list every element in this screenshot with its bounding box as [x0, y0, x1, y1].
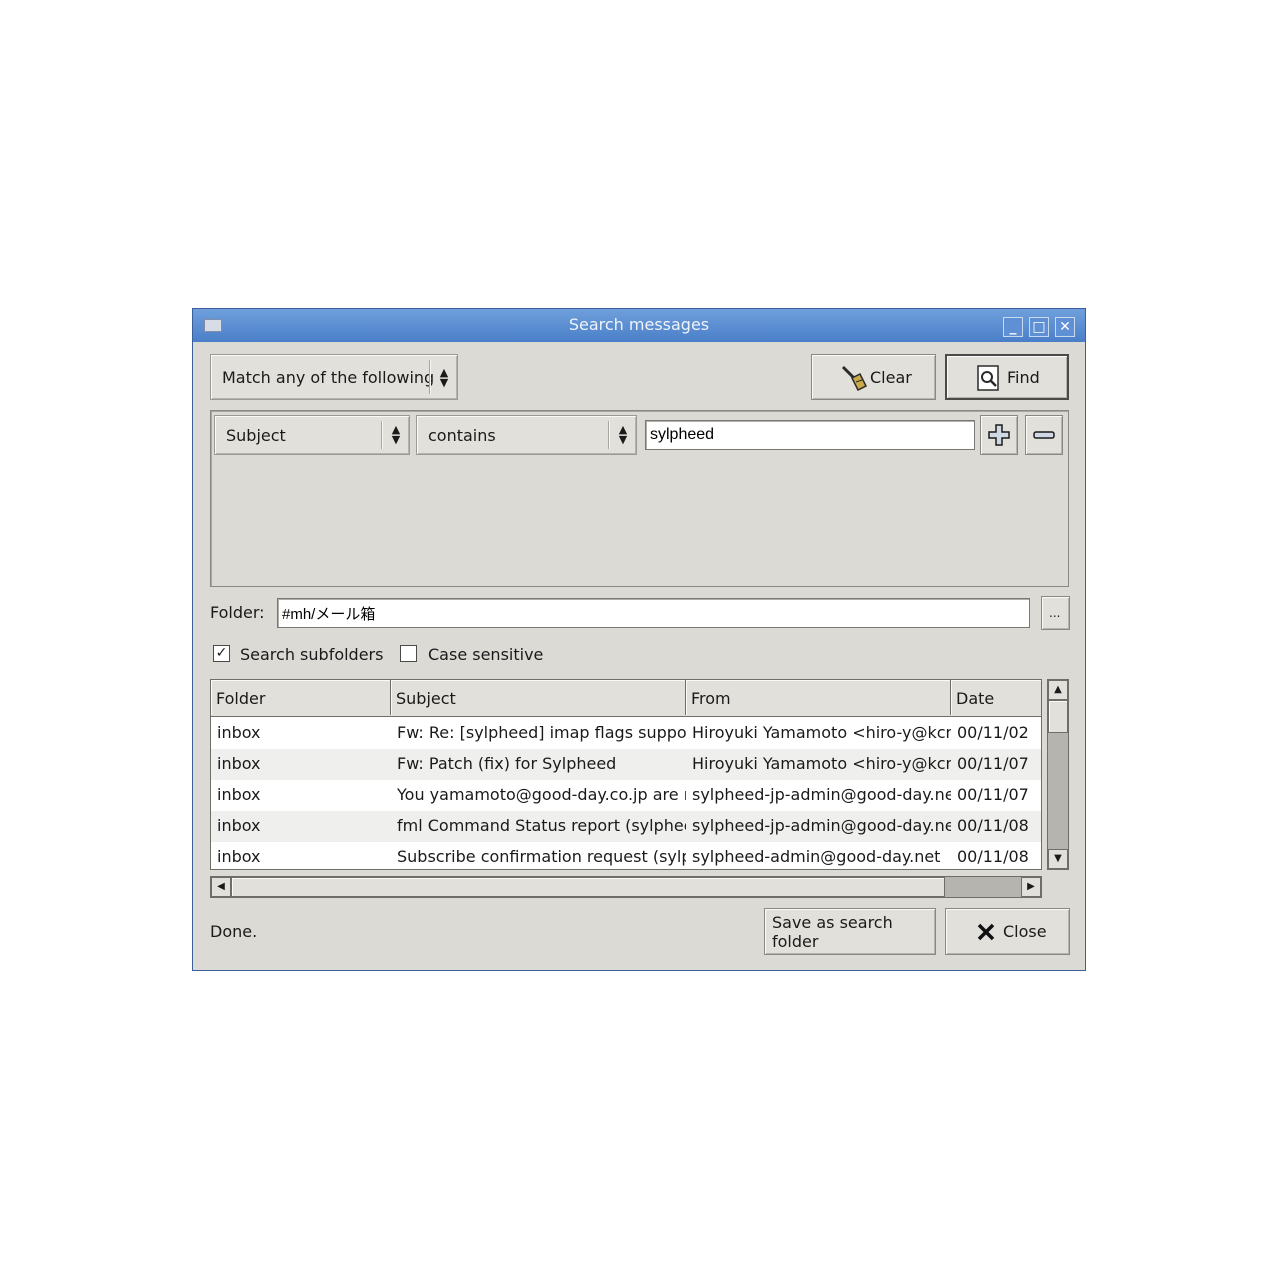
- broom-icon: [841, 365, 868, 392]
- cell-from: Hiroyuki Yamamoto <hiro-y@kcn.: [692, 754, 951, 773]
- cell-from: Hiroyuki Yamamoto <hiro-y@kcn.: [692, 723, 951, 742]
- cell-date: 00/11/08: [957, 847, 1029, 866]
- minimize-icon[interactable]: _: [1003, 317, 1023, 337]
- column-header-date[interactable]: Date: [951, 680, 1041, 715]
- folder-input[interactable]: [277, 598, 1030, 628]
- minus-icon: [1033, 431, 1055, 439]
- condition-value-input[interactable]: [645, 420, 975, 450]
- find-button[interactable]: Find: [945, 354, 1069, 400]
- match-mode-label: Match any of the following: [222, 368, 435, 387]
- cell-folder: inbox: [217, 754, 261, 773]
- cell-subject: You yamamoto@good-day.co.jp are n: [397, 785, 686, 804]
- cell-from: sylpheed-jp-admin@good-day.net: [692, 785, 951, 804]
- cell-folder: inbox: [217, 816, 261, 835]
- find-icon: [977, 365, 999, 391]
- search-subfolders-checkbox[interactable]: ✓: [213, 645, 230, 662]
- condition-field-combo[interactable]: Subject ▲ ▼: [214, 415, 410, 455]
- cell-date: 00/11/07: [957, 785, 1029, 804]
- status-text: Done.: [210, 922, 258, 941]
- scroll-down-icon[interactable]: ▼: [1048, 849, 1068, 869]
- search-messages-window: Search messages _ □ ✕ Match any of the f…: [192, 308, 1086, 971]
- cell-subject: Fw: Re: [sylpheed] imap flags support: [397, 723, 686, 742]
- vertical-scrollbar[interactable]: ▲ ▼: [1047, 679, 1069, 870]
- cell-subject: Subscribe confirmation request (sylph: [397, 847, 686, 866]
- horizontal-scroll-thumb[interactable]: [231, 877, 945, 897]
- cell-date: 00/11/07: [957, 754, 1029, 773]
- clear-label: Clear: [870, 367, 912, 387]
- column-header-folder[interactable]: Folder: [211, 680, 391, 715]
- combo-arrows-icon: ▲ ▼: [391, 423, 401, 446]
- table-row[interactable]: inbox Fw: Re: [sylpheed] imap flags supp…: [211, 718, 1041, 749]
- save-as-search-folder-button[interactable]: Save as search folder: [764, 908, 936, 955]
- combo-arrows-icon: ▲ ▼: [618, 423, 628, 446]
- save-as-search-folder-label: Save as search folder: [772, 912, 893, 951]
- search-subfolders-label: Search subfolders: [240, 645, 384, 664]
- scroll-up-icon[interactable]: ▲: [1048, 680, 1068, 700]
- combo-arrows-icon: ▲ ▼: [439, 366, 449, 389]
- plus-icon: [988, 424, 1010, 446]
- find-label: Find: [1007, 367, 1040, 387]
- conditions-frame: Subject ▲ ▼ contains ▲ ▼: [210, 410, 1069, 587]
- table-row[interactable]: inbox fml Command Status report (sylphee…: [211, 811, 1041, 842]
- cell-date: 00/11/02: [957, 723, 1029, 742]
- cell-folder: inbox: [217, 723, 261, 742]
- cell-folder: inbox: [217, 847, 261, 866]
- cell-folder: inbox: [217, 785, 261, 804]
- scroll-right-icon[interactable]: ▶: [1021, 877, 1041, 897]
- match-mode-combo[interactable]: Match any of the following ▲ ▼: [210, 354, 458, 400]
- column-header-subject[interactable]: Subject: [391, 680, 686, 715]
- cell-from: sylpheed-admin@good-day.net: [692, 847, 941, 866]
- clear-button[interactable]: Clear: [811, 354, 936, 400]
- case-sensitive-checkbox[interactable]: [400, 645, 417, 662]
- column-header-from[interactable]: From: [686, 680, 951, 715]
- condition-operator-label: contains: [428, 426, 496, 445]
- close-label: Close: [1003, 922, 1047, 941]
- folder-browse-button[interactable]: ...: [1041, 596, 1070, 630]
- table-row[interactable]: inbox Fw: Patch (fix) for Sylpheed Hiroy…: [211, 749, 1041, 780]
- add-condition-button[interactable]: [980, 415, 1018, 455]
- folder-label: Folder:: [210, 603, 265, 622]
- results-table[interactable]: Folder Subject From Date inbox Fw: Re: […: [210, 679, 1042, 870]
- condition-field-label: Subject: [226, 426, 286, 445]
- table-row[interactable]: inbox You yamamoto@good-day.co.jp are n …: [211, 780, 1041, 811]
- table-header: Folder Subject From Date: [211, 680, 1041, 717]
- close-window-icon[interactable]: ✕: [1055, 317, 1075, 337]
- horizontal-scrollbar[interactable]: ◀ ▶: [210, 876, 1042, 898]
- maximize-icon[interactable]: □: [1029, 317, 1049, 337]
- remove-condition-button[interactable]: [1025, 415, 1063, 455]
- scroll-left-icon[interactable]: ◀: [211, 877, 231, 897]
- title-bar[interactable]: Search messages _ □ ✕: [193, 309, 1085, 342]
- window-title: Search messages: [568, 315, 710, 334]
- folder-browse-label: ...: [1049, 606, 1061, 620]
- cell-from: sylpheed-jp-admin@good-day.net: [692, 816, 951, 835]
- condition-operator-combo[interactable]: contains ▲ ▼: [416, 415, 637, 455]
- vertical-scroll-thumb[interactable]: [1048, 700, 1068, 733]
- cell-subject: fml Command Status report (sylpheec: [397, 816, 686, 835]
- cell-date: 00/11/08: [957, 816, 1029, 835]
- case-sensitive-label: Case sensitive: [428, 645, 544, 664]
- cell-subject: Fw: Patch (fix) for Sylpheed: [397, 754, 617, 773]
- close-button[interactable]: Close: [945, 908, 1070, 955]
- table-row[interactable]: inbox Subscribe confirmation request (sy…: [211, 842, 1041, 869]
- close-x-icon: [977, 923, 995, 941]
